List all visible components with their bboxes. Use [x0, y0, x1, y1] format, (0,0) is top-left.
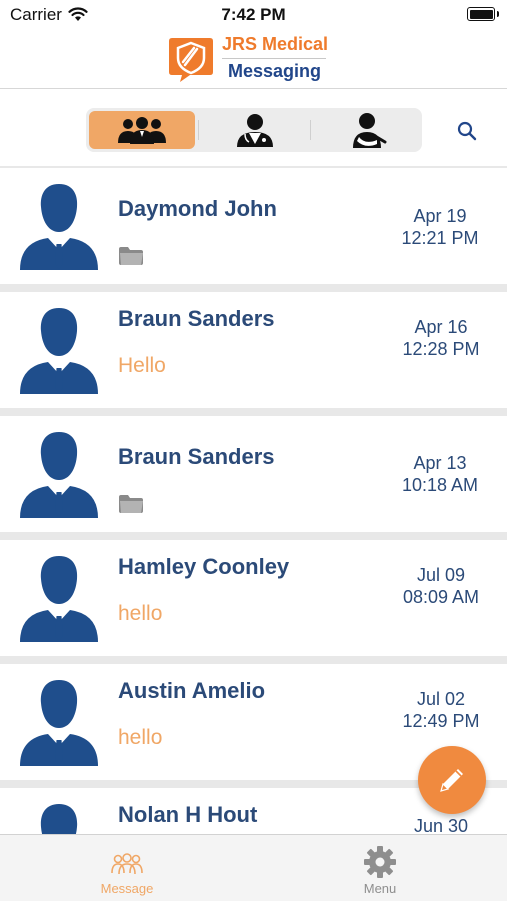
contact-name: Daymond John — [118, 196, 277, 221]
message-date: Jul 09 08:09 AM — [391, 564, 491, 608]
compose-button[interactable] — [418, 746, 486, 814]
contact-name: Austin Amelio — [118, 678, 266, 703]
message-date: Apr 13 10:18 AM — [385, 452, 495, 496]
search-icon[interactable] — [455, 119, 479, 143]
date-day: Jun 30 — [413, 816, 469, 834]
message-date: Jun 30 — [391, 815, 491, 834]
brand-subtitle: Messaging — [228, 61, 322, 81]
conversation-list: Daymond John Apr 19 12:21 PM Braun Sande… — [0, 166, 507, 834]
message-date: Jul 02 12:49 PM — [391, 688, 491, 732]
avatar-icon — [40, 804, 78, 834]
conversation-row[interactable]: Braun Sanders Apr 13 10:18 AM — [0, 416, 507, 532]
avatar-icon — [20, 680, 98, 766]
contact-name: Braun Sanders — [118, 444, 275, 469]
logo-icon — [169, 38, 213, 82]
tab-message[interactable]: Message — [52, 841, 202, 897]
message-preview: Hello — [118, 354, 166, 377]
date-day: Apr 13 — [413, 453, 467, 473]
date-time: 12:21 PM — [401, 228, 479, 248]
message-preview: hello — [118, 602, 163, 625]
tab-bar: Message Menu — [0, 834, 507, 901]
avatar-icon — [20, 432, 98, 518]
segmented-control — [86, 108, 422, 152]
message-date: Apr 19 12:21 PM — [385, 205, 495, 249]
contact-name: Nolan H Hout — [118, 802, 258, 827]
avatar-icon — [20, 184, 98, 270]
avatar-icon — [20, 308, 98, 394]
folder-icon — [119, 247, 143, 265]
contact-name: Braun Sanders — [118, 306, 275, 331]
date-day: Jul 09 — [416, 565, 466, 585]
avatar-icon — [20, 556, 98, 642]
contact-name: Hamley Coonley — [118, 554, 290, 579]
folder-icon — [119, 495, 143, 513]
date-time: 08:09 AM — [402, 587, 480, 607]
segment-divider — [198, 120, 199, 140]
tab-menu-label: Menu — [363, 881, 397, 896]
group-icon — [111, 853, 143, 875]
conversation-row[interactable]: Hamley Coonley hello Jul 09 08:09 AM — [0, 540, 507, 656]
battery-icon — [467, 7, 499, 21]
date-time: 12:28 PM — [402, 339, 480, 359]
conversation-row[interactable]: Daymond John Apr 19 12:21 PM — [0, 168, 507, 284]
message-date: Apr 16 12:28 PM — [391, 316, 491, 360]
segment-divider — [310, 120, 311, 140]
clock: 7:42 PM — [221, 5, 286, 24]
segment-patients[interactable] — [314, 111, 420, 149]
date-day: Apr 16 — [414, 317, 468, 337]
gear-icon — [364, 846, 396, 878]
app-header: JRS Medical Messaging — [0, 30, 507, 89]
pencil-icon — [440, 769, 463, 792]
tab-menu[interactable]: Menu — [305, 841, 455, 897]
brand-divider — [222, 58, 326, 59]
doctor-icon — [237, 114, 273, 147]
message-preview: hello — [118, 726, 163, 749]
tab-message-label: Message — [100, 881, 154, 896]
status-bar: Carrier 7:42 PM — [0, 0, 507, 30]
date-day: Apr 19 — [413, 206, 467, 226]
date-day: Jul 02 — [416, 689, 466, 709]
date-time: 10:18 AM — [401, 475, 479, 495]
date-time: 12:49 PM — [402, 711, 480, 731]
filter-bar — [0, 89, 507, 165]
patient-icon — [353, 113, 387, 148]
segment-doctors[interactable] — [202, 111, 308, 149]
group-icon — [118, 117, 166, 144]
conversation-row[interactable]: Braun Sanders Hello Apr 16 12:28 PM — [0, 292, 507, 408]
segment-group[interactable] — [89, 111, 195, 149]
brand-title: JRS Medical — [222, 34, 329, 54]
